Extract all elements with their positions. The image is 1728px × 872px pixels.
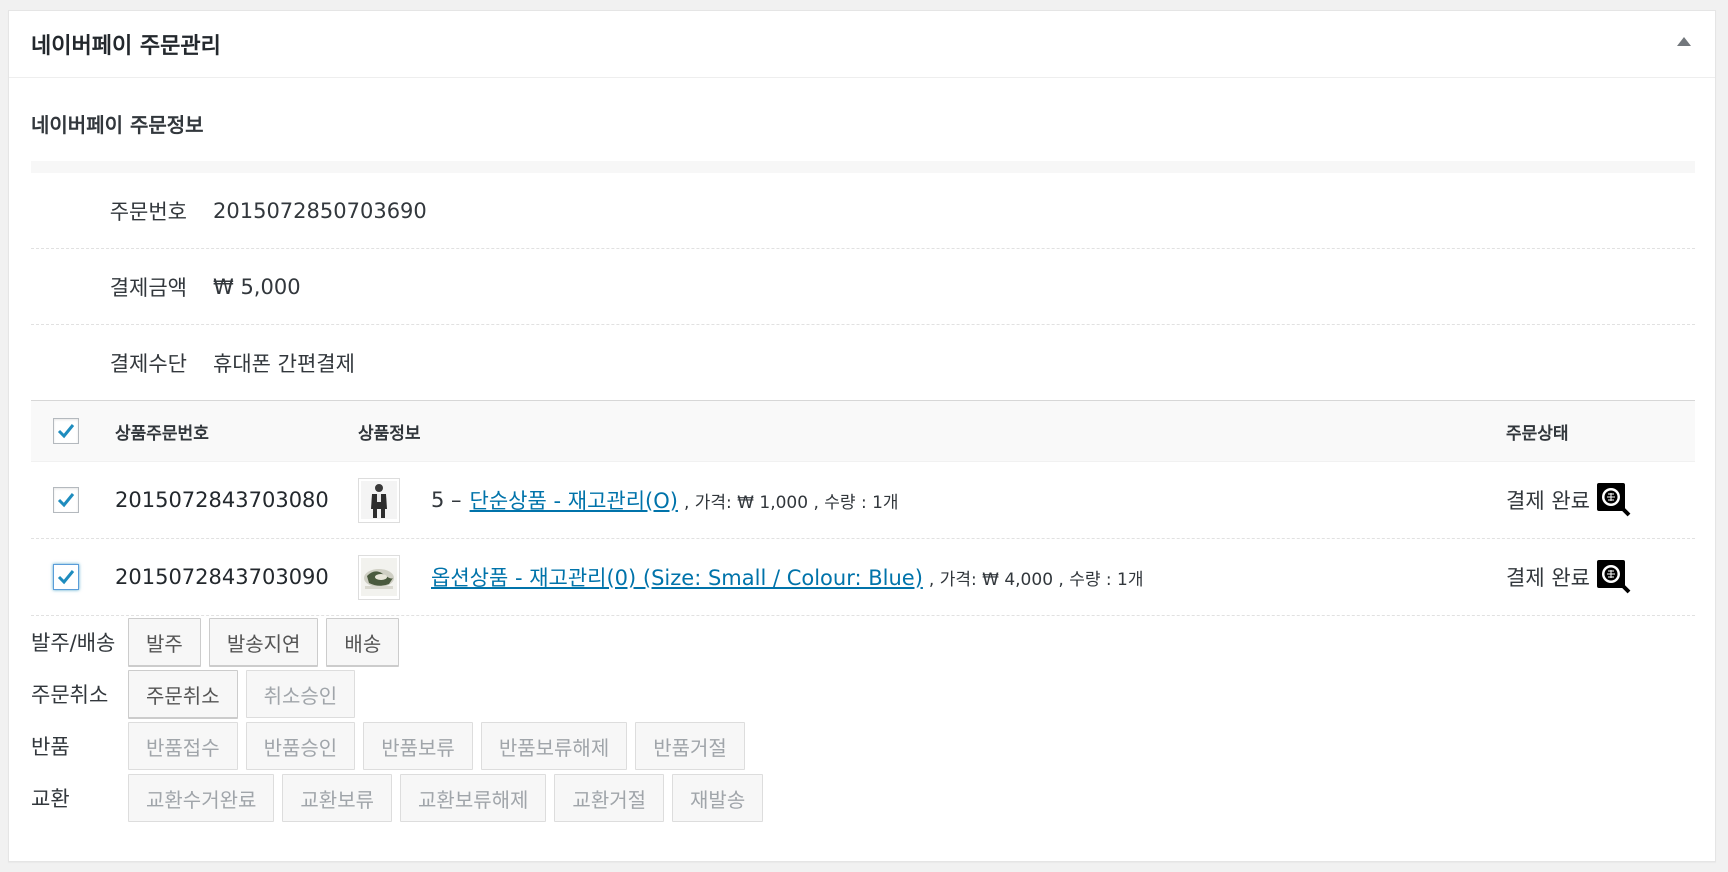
checkmark-icon xyxy=(57,424,75,439)
section-title: 네이버페이 주문정보 xyxy=(31,113,204,137)
row-checkbox[interactable] xyxy=(53,564,79,590)
header-product-order-no: 상품주문번호 xyxy=(115,423,209,444)
exchange-collected-button[interactable]: 교환수거완료 xyxy=(128,774,275,822)
metabox-header[interactable]: 네이버페이 주문관리 xyxy=(9,11,1715,78)
payment-amount-value: ₩ 5,000 xyxy=(213,274,301,299)
return-release-hold-button[interactable]: 반품보류해제 xyxy=(480,722,628,770)
row-checkbox[interactable] xyxy=(53,487,79,513)
product-meta: , 가격: ₩ 1,000 , 수량 : 1개 xyxy=(683,492,899,513)
payment-method-value: 휴대폰 간편결제 xyxy=(213,351,355,376)
collapse-arrow-icon[interactable] xyxy=(1677,37,1691,46)
action-label: 교환 xyxy=(31,787,70,811)
metabox-body: 네이버페이 주문정보 주문번호 2015072850703690 결제금액 ₩ … xyxy=(9,110,1715,824)
checkmark-icon xyxy=(57,570,75,585)
action-row-exchange: 교환 교환수거완료 교환보류 교환보류해제 교환거절 재발송 xyxy=(31,772,1693,824)
action-label: 발주/배송 xyxy=(31,631,116,655)
magnifier-detail-icon[interactable] xyxy=(1596,559,1632,595)
product-meta: , 가격: ₩ 4,000 , 수량 : 1개 xyxy=(928,569,1144,590)
order-actions: 발주/배송 발주 발송지연 배송 주문취소 주문취소 취소승인 반품 반품접수 … xyxy=(9,616,1693,824)
order-status: 결제 완료 xyxy=(1506,566,1590,590)
return-reject-button[interactable]: 반품거절 xyxy=(635,722,745,770)
table-row: 2015072843703090 옵션상품 - 재고관리(0) (Size: S… xyxy=(31,539,1695,616)
return-hold-button[interactable]: 반품보류 xyxy=(363,722,473,770)
product-thumbnail xyxy=(358,477,400,523)
action-row-dispatch: 발주/배송 발주 발송지연 배송 xyxy=(31,616,1693,668)
payment-amount-row: 결제금액 ₩ 5,000 xyxy=(31,249,1695,325)
payment-method-label: 결제수단 xyxy=(109,351,187,376)
table-header: 상품주문번호 상품정보 주문상태 xyxy=(31,401,1695,462)
product-link[interactable]: 옵션상품 - 재고관리(0) (Size: Small / Colour: Bl… xyxy=(431,562,923,592)
action-label: 주문취소 xyxy=(31,683,109,707)
product-prefix: 5 – xyxy=(431,488,462,512)
approve-cancel-button[interactable]: 취소승인 xyxy=(245,670,356,718)
action-row-return: 반품 반품접수 반품승인 반품보류 반품보류해제 반품거절 xyxy=(31,720,1693,772)
product-thumbnail xyxy=(358,554,400,600)
order-status: 결제 완료 xyxy=(1506,489,1590,513)
action-label: 반품 xyxy=(31,735,70,759)
exchange-reject-button[interactable]: 교환거절 xyxy=(554,774,665,822)
product-order-no: 2015072843703090 xyxy=(115,565,329,589)
magnifier-detail-icon[interactable] xyxy=(1596,482,1632,518)
naverpay-order-metabox: 네이버페이 주문관리 네이버페이 주문정보 주문번호 2015072850703… xyxy=(8,10,1716,862)
order-number-row: 주문번호 2015072850703690 xyxy=(31,173,1695,249)
header-product-info: 상품정보 xyxy=(358,423,421,444)
ship-button[interactable]: 배송 xyxy=(326,618,400,666)
metabox-title: 네이버페이 주문관리 xyxy=(31,34,221,59)
product-link[interactable]: 단순상품 - 재고관리(O) xyxy=(470,485,678,515)
return-request-button[interactable]: 반품접수 xyxy=(128,722,238,770)
return-approve-button[interactable]: 반품승인 xyxy=(245,722,356,770)
checkmark-icon xyxy=(57,493,75,508)
order-info-table: 주문번호 2015072850703690 결제금액 ₩ 5,000 결제수단 … xyxy=(31,161,1695,401)
payment-method-row: 결제수단 휴대폰 간편결제 xyxy=(31,325,1695,401)
product-order-no: 2015072843703080 xyxy=(115,488,329,512)
person-photo-icon xyxy=(361,481,397,519)
select-all-checkbox[interactable] xyxy=(53,418,79,444)
product-photo-icon xyxy=(361,558,397,596)
order-number-label: 주문번호 xyxy=(109,199,187,224)
action-row-cancel: 주문취소 주문취소 취소승인 xyxy=(31,668,1693,720)
order-number-value: 2015072850703690 xyxy=(213,198,427,223)
exchange-hold-button[interactable]: 교환보류 xyxy=(282,774,393,822)
exchange-release-hold-button[interactable]: 교환보류해제 xyxy=(400,774,547,822)
header-order-status: 주문상태 xyxy=(1506,423,1569,444)
table-row: 2015072843703080 5 – 단순상품 - 재고관리(O) , 가격… xyxy=(31,462,1695,539)
reship-button[interactable]: 재발송 xyxy=(672,774,764,822)
cancel-order-button[interactable]: 주문취소 xyxy=(128,670,238,718)
dispatch-button[interactable]: 발주 xyxy=(128,618,201,666)
delay-dispatch-button[interactable]: 발송지연 xyxy=(208,618,319,666)
order-items-table: 상품주문번호 상품정보 주문상태 2015072843703080 5 – 단순… xyxy=(31,401,1695,616)
payment-amount-label: 결제금액 xyxy=(109,275,187,300)
